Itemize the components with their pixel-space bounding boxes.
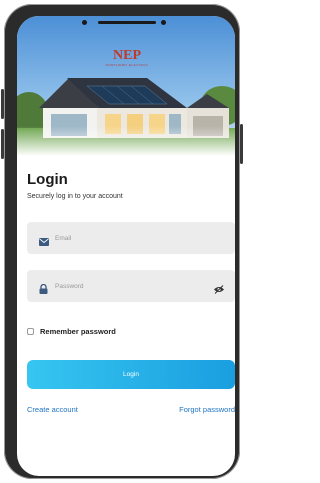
lock-icon bbox=[39, 281, 48, 299]
front-camera bbox=[82, 20, 87, 25]
page-subtitle: Securely log in to your account bbox=[27, 193, 123, 200]
logo-mark: NEP bbox=[113, 48, 141, 63]
volume-down-button bbox=[1, 129, 4, 159]
app-screen: NEP NORTHERN ELECTRIC Login Securely log… bbox=[17, 16, 235, 476]
page-title: Login bbox=[27, 171, 68, 188]
login-button[interactable]: Login bbox=[27, 360, 235, 389]
volume-up-button bbox=[1, 89, 4, 119]
speaker-grille bbox=[98, 21, 156, 24]
mail-icon bbox=[39, 233, 49, 251]
create-account-link[interactable]: Create account bbox=[27, 405, 78, 414]
house-solar-illustration bbox=[17, 16, 235, 156]
hero-image: NEP NORTHERN ELECTRIC bbox=[17, 16, 235, 156]
power-button bbox=[240, 124, 243, 164]
logo-subtext: NORTHERN ELECTRIC bbox=[105, 63, 149, 67]
remember-password-row[interactable]: Remember password bbox=[27, 327, 116, 336]
eye-off-icon[interactable] bbox=[213, 281, 225, 299]
sensor bbox=[161, 20, 166, 25]
remember-checkbox[interactable] bbox=[27, 328, 34, 335]
forgot-password-link[interactable]: Forgot password bbox=[179, 405, 235, 414]
remember-label: Remember password bbox=[40, 327, 116, 336]
password-field[interactable] bbox=[27, 270, 235, 302]
email-field[interactable] bbox=[27, 222, 235, 254]
phone-frame: NEP NORTHERN ELECTRIC Login Securely log… bbox=[1, 4, 243, 479]
email-input[interactable] bbox=[55, 231, 205, 245]
password-input[interactable] bbox=[55, 279, 205, 293]
brand-logo: NEP NORTHERN ELECTRIC bbox=[101, 49, 153, 68]
